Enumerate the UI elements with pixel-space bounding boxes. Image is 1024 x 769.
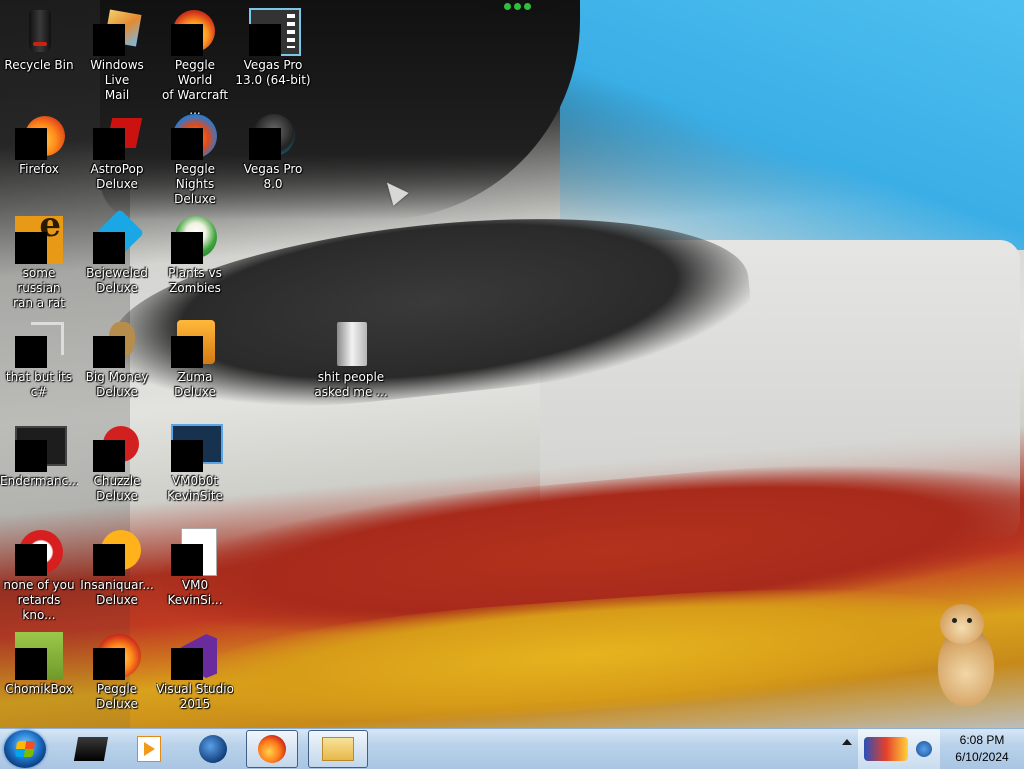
icon-label: Big Money Deluxe bbox=[85, 370, 149, 399]
mail-icon bbox=[93, 8, 142, 56]
black-app-icon bbox=[73, 737, 109, 761]
hamster-desktop-pet[interactable] bbox=[932, 604, 998, 708]
chrome-like-icon bbox=[15, 528, 63, 576]
globe-icon bbox=[199, 735, 227, 763]
desktop-icon-peggle-wow[interactable]: Peggle World of Warcraft ... bbox=[156, 8, 234, 118]
bejeweled-icon bbox=[93, 208, 145, 264]
firefox-icon bbox=[15, 112, 65, 160]
firefox-icon bbox=[258, 735, 286, 763]
icon-label: VM0 KevinSi... bbox=[167, 578, 223, 607]
show-hidden-icons-chevron-icon[interactable] bbox=[842, 739, 852, 745]
zuma-icon bbox=[171, 320, 219, 368]
visual-studio-icon bbox=[171, 632, 219, 680]
desktop-icon-recycle-bin[interactable]: Recycle Bin bbox=[0, 8, 78, 73]
desktop-icon-none-of-you[interactable]: none of you retards kno... bbox=[0, 528, 78, 623]
desktop-icon-chuzzle[interactable]: Chuzzle Deluxe bbox=[78, 424, 156, 504]
icon-label: Insaniquar... Deluxe bbox=[80, 578, 154, 607]
peggle-deluxe-icon bbox=[93, 632, 141, 680]
recycle-bin-icon bbox=[15, 8, 63, 56]
desktop-icon-firefox[interactable]: Firefox bbox=[0, 112, 78, 177]
desktop-icon-vegas-pro-13[interactable]: Vegas Pro 13.0 (64-bit) bbox=[234, 8, 312, 88]
notification-tray bbox=[858, 729, 940, 769]
icon-label: shit people asked me ... bbox=[314, 370, 388, 399]
desktop-icon-plants-vs-zombies[interactable]: Plants vs Zombies bbox=[156, 216, 234, 296]
insaniquarium-icon bbox=[93, 528, 141, 576]
astropop-icon bbox=[93, 112, 143, 160]
taskbar-explorer[interactable] bbox=[308, 730, 368, 768]
media-player-icon bbox=[137, 736, 161, 762]
peggle-nights-icon bbox=[171, 112, 219, 160]
taskbar: 6:08 PM 6/10/2024 bbox=[0, 728, 1024, 769]
icon-label: Bejeweled Deluxe bbox=[86, 266, 148, 295]
shortcut-icon bbox=[15, 320, 64, 368]
desktop-icon-windows-live-mail[interactable]: Windows Live Mail bbox=[78, 8, 156, 103]
clock-time: 6:08 PM bbox=[959, 733, 1005, 747]
explorer-icon bbox=[322, 737, 354, 761]
desktop-icon-peggle-nights[interactable]: Peggle Nights Deluxe bbox=[156, 112, 234, 207]
icon-label: none of you retards kno... bbox=[3, 578, 75, 622]
taskbar-media-player[interactable] bbox=[120, 730, 178, 768]
icon-label: Firefox bbox=[19, 162, 59, 176]
chomikbox-icon bbox=[15, 632, 63, 680]
chuzzle-icon bbox=[93, 424, 141, 472]
icon-label: some russian ran a rat bbox=[13, 266, 65, 310]
taskbar-globe[interactable] bbox=[184, 730, 242, 768]
desktop-icon-visual-studio-2015[interactable]: Visual Studio 2015 bbox=[156, 632, 234, 712]
icon-label: Vegas Pro 8.0 bbox=[243, 162, 303, 191]
desktop-icon-russian-rat[interactable]: some russian ran a rat bbox=[0, 216, 78, 311]
enderman-icon bbox=[15, 424, 67, 472]
taskbar-firefox[interactable] bbox=[246, 730, 298, 768]
icon-label: AstroPop Deluxe bbox=[90, 162, 144, 191]
icon-label: Peggle Deluxe bbox=[96, 682, 138, 711]
desktop-icon-endermanch[interactable]: Endermanc... bbox=[0, 424, 78, 489]
network-icon[interactable] bbox=[916, 741, 932, 757]
vm-icon bbox=[171, 424, 223, 472]
clock-date: 6/10/2024 bbox=[955, 750, 1009, 764]
icon-label: Chuzzle Deluxe bbox=[93, 474, 141, 503]
desktop-icon-astropop[interactable]: AstroPop Deluxe bbox=[78, 112, 156, 192]
desktop-icon-big-money[interactable]: Big Money Deluxe bbox=[78, 320, 156, 400]
icon-label: Zuma Deluxe bbox=[174, 370, 216, 399]
taskbar-app-black[interactable] bbox=[64, 730, 118, 768]
icon-label: Visual Studio 2015 bbox=[156, 682, 234, 711]
big-money-icon bbox=[93, 320, 141, 368]
icon-label: Vegas Pro 13.0 (64-bit) bbox=[235, 58, 311, 87]
desktop-icon-vegas-pro-8[interactable]: Vegas Pro 8.0 bbox=[234, 112, 312, 192]
rat-icon bbox=[15, 216, 63, 264]
desktop-icon-bejeweled[interactable]: Bejeweled Deluxe bbox=[78, 208, 156, 296]
desktop-icon-folder[interactable]: shit people asked me ... bbox=[312, 320, 390, 400]
icon-label: VM0b0t KevinSite bbox=[167, 474, 223, 503]
icon-label: Peggle World of Warcraft ... bbox=[161, 58, 229, 117]
icon-label: that but its c# bbox=[5, 370, 73, 399]
desktop-icon-insaniquarium[interactable]: Insaniquar... Deluxe bbox=[78, 528, 156, 608]
desktop-icon-chomikbox[interactable]: ChomikBox bbox=[0, 632, 78, 697]
icon-label: Endermanc... bbox=[0, 474, 78, 488]
icon-label: Peggle Nights Deluxe bbox=[174, 162, 216, 206]
peggle-icon bbox=[171, 8, 219, 56]
icon-label: Plants vs Zombies bbox=[168, 266, 222, 295]
desktop-icon-vm0b0t-kevinsite[interactable]: VM0b0t KevinSite bbox=[156, 424, 234, 504]
pvz-icon bbox=[171, 216, 219, 264]
icon-label: ChomikBox bbox=[5, 682, 73, 696]
icon-label: Recycle Bin bbox=[4, 58, 74, 72]
desktop-icon-peggle-deluxe[interactable]: Peggle Deluxe bbox=[78, 632, 156, 712]
folder-icon bbox=[327, 320, 375, 368]
document-icon bbox=[171, 528, 219, 576]
desktop-icon-vm0-kevinsite[interactable]: VM0 KevinSi... bbox=[156, 528, 234, 608]
windows-start-icon[interactable] bbox=[4, 730, 46, 768]
tray-app-icon[interactable] bbox=[864, 737, 908, 761]
vegas-icon bbox=[249, 8, 301, 56]
desktop-icon-zuma[interactable]: Zuma Deluxe bbox=[156, 320, 234, 400]
desktop-icon-that-but-csharp[interactable]: that but its c# bbox=[0, 320, 78, 400]
icon-label: Windows Live Mail bbox=[90, 58, 144, 102]
system-clock[interactable]: 6:08 PM 6/10/2024 bbox=[940, 729, 1024, 769]
vegas-8-icon bbox=[249, 112, 297, 160]
